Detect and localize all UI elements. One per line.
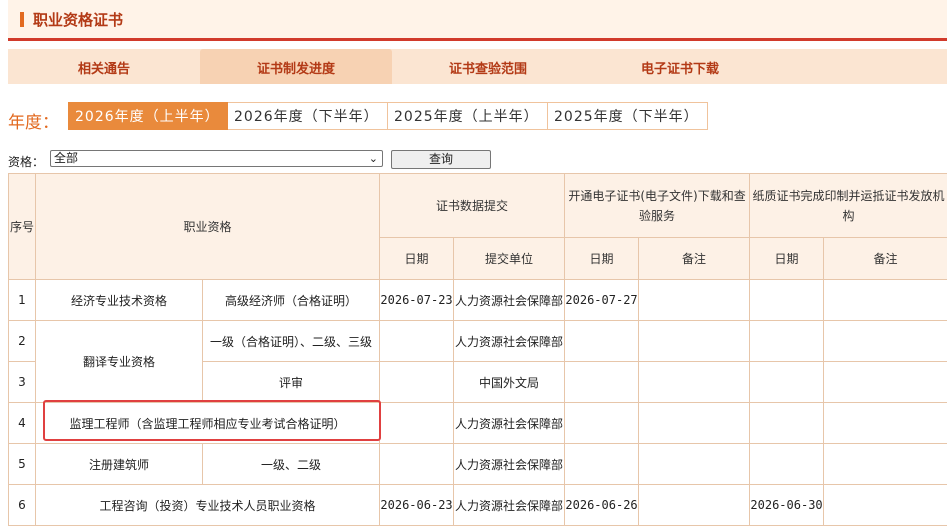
table-row: 1 经济专业技术资格 高级经济师（合格证明） 2026-07-23 人力资源社会… xyxy=(8,279,947,321)
cell-e-date xyxy=(564,320,640,362)
header-e-note: 备注 xyxy=(638,237,751,280)
cell-seq: 2 xyxy=(8,320,36,362)
qualification-select[interactable]: 全部 ⌄ xyxy=(50,150,383,167)
cell-qualification-group: 翻译专业资格 xyxy=(35,320,203,403)
cell-submit-unit: 人力资源社会保障部 xyxy=(453,443,566,485)
cell-p-note xyxy=(823,443,947,485)
year-option-2026-h2[interactable]: 2026年度（下半年） xyxy=(228,102,388,130)
cell-e-note xyxy=(638,443,751,485)
cell-submit-unit: 人力资源社会保障部 xyxy=(453,484,566,526)
header-p-note: 备注 xyxy=(823,237,947,280)
table-row: 6 工程咨询（投资）专业技术人员职业资格 2026-06-23 人力资源社会保障… xyxy=(8,484,947,526)
cell-submit-unit: 人力资源社会保障部 xyxy=(453,320,566,362)
cell-submit-unit: 中国外文局 xyxy=(453,361,566,403)
cell-submit-date: 2026-06-23 xyxy=(379,484,455,526)
cell-p-date xyxy=(749,443,825,485)
cell-qualification-sub: 一级、二级 xyxy=(201,443,381,485)
page-header: 职业资格证书 xyxy=(8,0,947,41)
cell-qualification-sub: 一级（合格证明）、二级、三级 xyxy=(201,320,381,362)
cell-submit-unit: 人力资源社会保障部 xyxy=(453,402,566,444)
cell-qualification-full: 监理工程师（含监理工程师相应专业考试合格证明） xyxy=(34,402,381,444)
cell-e-date xyxy=(564,443,640,485)
table-row: 4 监理工程师（含监理工程师相应专业考试合格证明） 人力资源社会保障部 xyxy=(8,402,947,444)
cell-submit-date xyxy=(379,361,455,403)
header-paper-delivery: 纸质证书完成印制并运抵证书发放机构 xyxy=(749,173,947,238)
tab-bar: 相关通告 证书制发进度 证书查验范围 电子证书下载 xyxy=(8,49,947,84)
cell-p-date: 2026-06-30 xyxy=(749,484,825,526)
cell-e-date xyxy=(564,402,640,444)
header-p-date: 日期 xyxy=(749,237,825,280)
qualification-select-value: 全部 xyxy=(54,151,79,165)
tab-e-certificate-download[interactable]: 电子证书下载 xyxy=(584,49,776,84)
cell-e-note xyxy=(638,279,751,321)
page-title: 职业资格证书 xyxy=(33,11,124,29)
cell-p-note xyxy=(823,484,947,526)
year-label: 年度： xyxy=(8,113,59,133)
query-button[interactable]: 查询 xyxy=(391,150,491,169)
tab-notices[interactable]: 相关通告 xyxy=(8,49,200,84)
cell-submit-date xyxy=(379,402,455,444)
header-submit-unit: 提交单位 xyxy=(453,237,566,280)
cell-e-note xyxy=(638,320,751,362)
progress-table: 序号 职业资格 证书数据提交 开通电子证书(电子文件)下载和查验服务 纸质证书完… xyxy=(8,173,947,526)
header-qualification: 职业资格 xyxy=(34,173,381,280)
year-option-2025-h1[interactable]: 2025年度（上半年） xyxy=(388,102,548,130)
cell-qualification-group: 注册建筑师 xyxy=(35,443,203,485)
cell-p-note xyxy=(823,361,947,403)
cell-qualification-full: 工程咨询（投资）专业技术人员职业资格 xyxy=(34,484,381,526)
header-submission: 证书数据提交 xyxy=(379,173,566,238)
cell-p-note xyxy=(823,402,947,444)
cell-submit-unit: 人力资源社会保障部 xyxy=(453,279,566,321)
cell-e-date xyxy=(564,361,640,403)
header-e-date: 日期 xyxy=(564,237,640,280)
cell-p-date xyxy=(749,279,825,321)
header-electronic-service: 开通电子证书(电子文件)下载和查验服务 xyxy=(564,173,751,238)
cell-qualification-sub: 高级经济师（合格证明） xyxy=(201,279,381,321)
cell-p-date xyxy=(749,402,825,444)
cell-submit-date: 2026-07-23 xyxy=(379,279,455,321)
tab-progress[interactable]: 证书制发进度 xyxy=(200,49,392,84)
cell-e-note xyxy=(638,484,751,526)
cell-e-note xyxy=(638,402,751,444)
table-row: 2 翻译专业资格 一级（合格证明）、二级、三级 人力资源社会保障部 xyxy=(8,320,947,403)
tab-verify-scope[interactable]: 证书查验范围 xyxy=(392,49,584,84)
cell-seq: 4 xyxy=(8,402,36,444)
cell-qualification-sub: 评审 xyxy=(201,361,381,403)
cell-p-date xyxy=(749,320,825,362)
cell-submit-date xyxy=(379,443,455,485)
title-accent-bar xyxy=(20,12,24,27)
cell-e-note xyxy=(638,361,751,403)
cell-e-date: 2026-06-26 xyxy=(564,484,640,526)
year-option-2025-h2[interactable]: 2025年度（下半年） xyxy=(548,102,708,130)
chevron-down-icon: ⌄ xyxy=(368,152,378,165)
cell-seq: 3 xyxy=(8,361,36,403)
cell-p-note xyxy=(823,279,947,321)
year-selector: 2026年度（上半年） 2026年度（下半年） 2025年度（上半年） 2025… xyxy=(68,102,708,130)
cell-seq: 1 xyxy=(8,279,36,321)
cell-qualification-group: 经济专业技术资格 xyxy=(35,279,203,321)
cell-seq: 5 xyxy=(8,443,36,485)
qualification-filter-label: 资格： xyxy=(8,155,45,169)
cell-submit-date xyxy=(379,320,455,362)
cell-seq: 6 xyxy=(8,484,36,526)
year-option-2026-h1[interactable]: 2026年度（上半年） xyxy=(68,102,228,130)
cell-e-date: 2026-07-27 xyxy=(564,279,640,321)
table-row: 5 注册建筑师 一级、二级 人力资源社会保障部 xyxy=(8,443,947,485)
header-submit-date: 日期 xyxy=(379,237,455,280)
cell-p-date xyxy=(749,361,825,403)
cell-p-note xyxy=(823,320,947,362)
header-seq: 序号 xyxy=(8,173,36,280)
